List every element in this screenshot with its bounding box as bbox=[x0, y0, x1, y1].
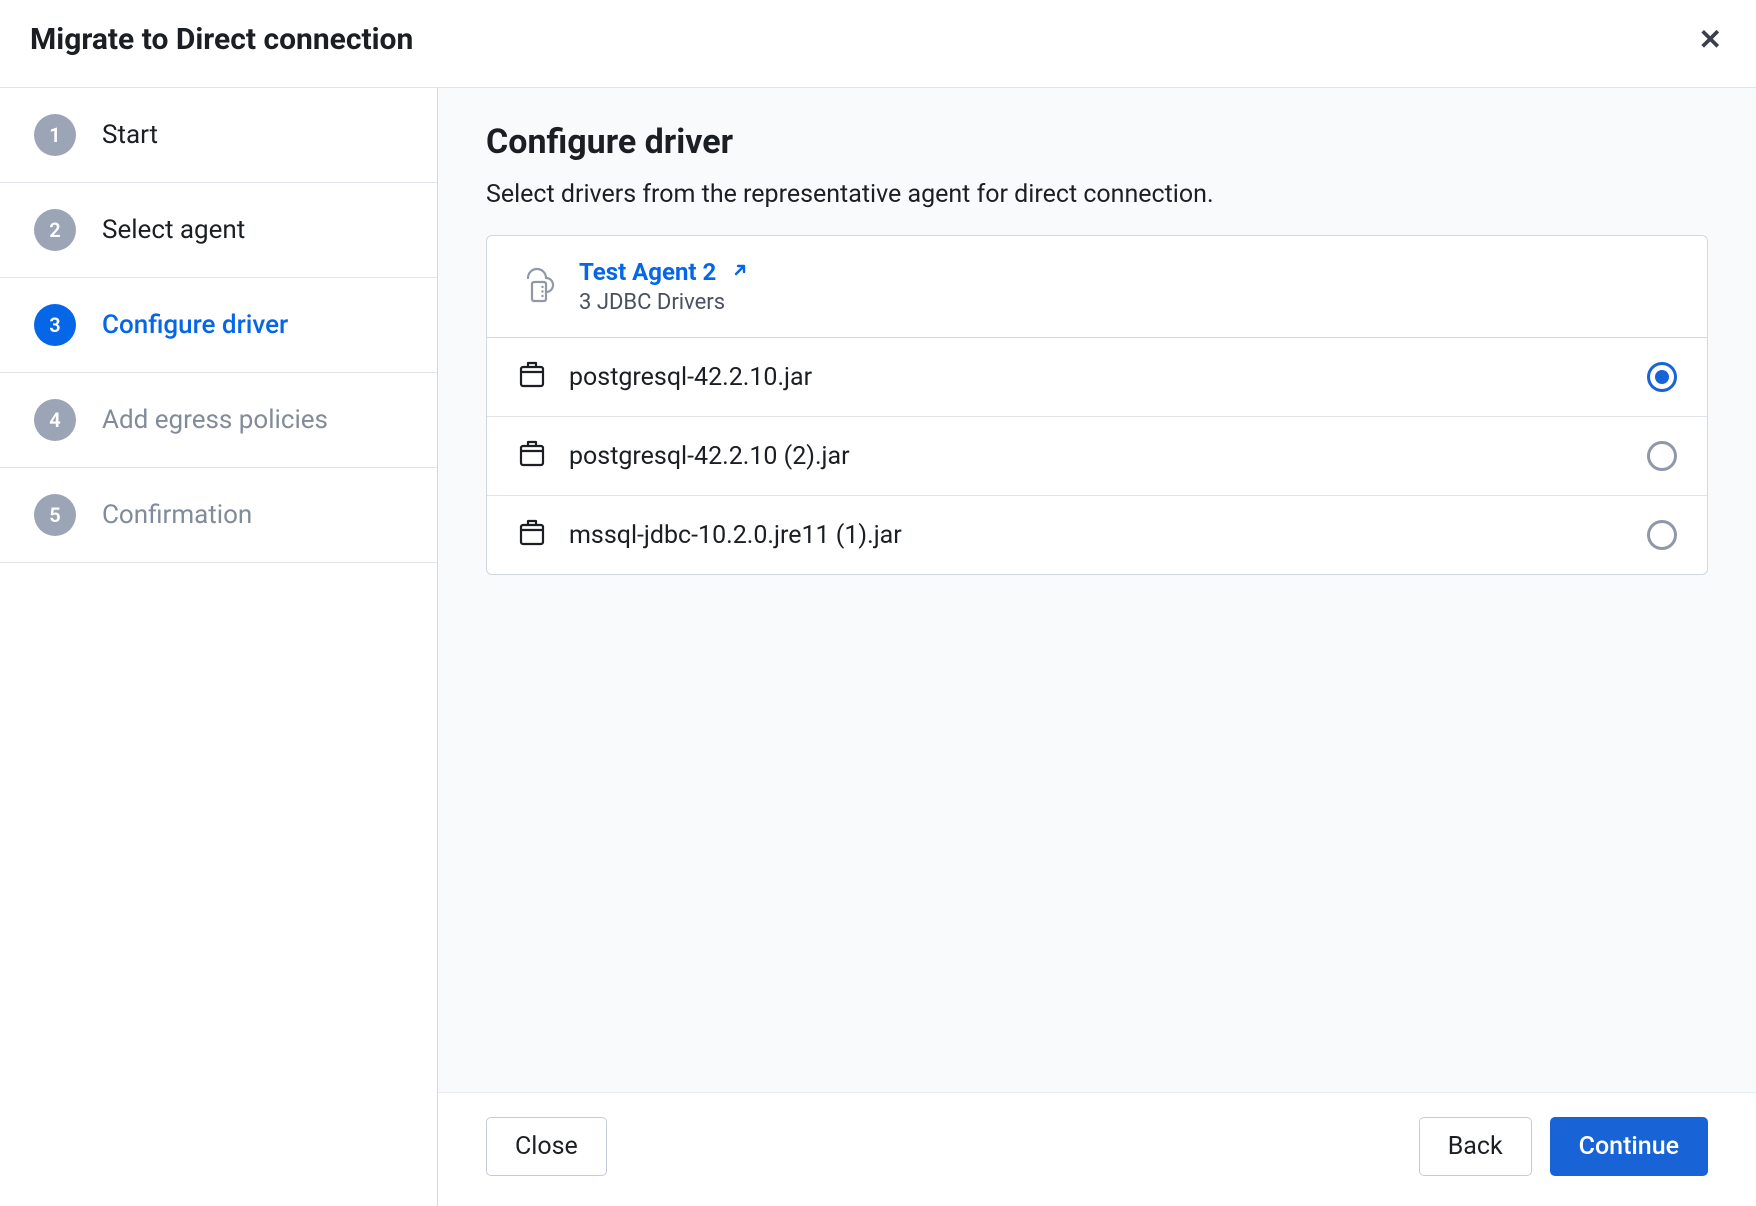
sidebar-step-confirmation[interactable]: 5 Confirmation bbox=[0, 468, 437, 563]
radio-unselected[interactable] bbox=[1647, 520, 1677, 550]
sidebar-step-start[interactable]: 1 Start bbox=[0, 88, 437, 183]
agent-text: Test Agent 2 3 JDBC Drivers bbox=[579, 258, 750, 315]
cloud-agent-icon bbox=[517, 265, 557, 309]
step-label: Select agent bbox=[102, 215, 245, 245]
back-button[interactable]: Back bbox=[1419, 1117, 1532, 1176]
sidebar-step-configure-driver[interactable]: 3 Configure driver bbox=[0, 278, 437, 373]
driver-name: postgresql-42.2.10 (2).jar bbox=[569, 442, 1625, 471]
step-label: Start bbox=[102, 120, 158, 150]
main-panel: Configure driver Select drivers from the… bbox=[438, 88, 1756, 1206]
dialog-footer: Close Back Continue bbox=[438, 1092, 1756, 1206]
external-link-icon bbox=[730, 260, 750, 284]
driver-row[interactable]: postgresql-42.2.10.jar bbox=[487, 338, 1707, 417]
dialog-header: Migrate to Direct connection ✕ bbox=[0, 0, 1756, 88]
footer-right: Back Continue bbox=[1419, 1117, 1708, 1176]
dialog-body: 1 Start 2 Select agent 3 Configure drive… bbox=[0, 88, 1756, 1206]
migrate-dialog: Migrate to Direct connection ✕ 1 Start 2… bbox=[0, 0, 1756, 1206]
step-number: 2 bbox=[34, 209, 76, 251]
wizard-sidebar: 1 Start 2 Select agent 3 Configure drive… bbox=[0, 88, 438, 1206]
sidebar-step-select-agent[interactable]: 2 Select agent bbox=[0, 183, 437, 278]
close-icon[interactable]: ✕ bbox=[1699, 26, 1722, 54]
step-label: Confirmation bbox=[102, 500, 252, 530]
continue-button[interactable]: Continue bbox=[1550, 1117, 1708, 1176]
step-number: 5 bbox=[34, 494, 76, 536]
driver-name: postgresql-42.2.10.jar bbox=[569, 363, 1625, 392]
radio-unselected[interactable] bbox=[1647, 441, 1677, 471]
package-icon bbox=[517, 439, 547, 473]
driver-row[interactable]: postgresql-42.2.10 (2).jar bbox=[487, 417, 1707, 496]
agent-name-row[interactable]: Test Agent 2 bbox=[579, 258, 750, 286]
step-number: 4 bbox=[34, 399, 76, 441]
page-title: Configure driver bbox=[486, 122, 1708, 162]
close-button[interactable]: Close bbox=[486, 1117, 607, 1176]
step-label: Add egress policies bbox=[102, 405, 328, 435]
step-label: Configure driver bbox=[102, 310, 288, 340]
step-number: 1 bbox=[34, 114, 76, 156]
page-subtitle: Select drivers from the representative a… bbox=[486, 180, 1708, 209]
content-area: Configure driver Select drivers from the… bbox=[438, 88, 1756, 1092]
sidebar-step-add-egress-policies[interactable]: 4 Add egress policies bbox=[0, 373, 437, 468]
agent-driver-count: 3 JDBC Drivers bbox=[579, 290, 750, 315]
dialog-title: Migrate to Direct connection bbox=[30, 22, 413, 57]
step-number: 3 bbox=[34, 304, 76, 346]
agent-name: Test Agent 2 bbox=[579, 258, 716, 286]
agent-header-row: Test Agent 2 3 JDBC Drivers bbox=[487, 236, 1707, 338]
package-icon bbox=[517, 360, 547, 394]
driver-name: mssql-jdbc-10.2.0.jre11 (1).jar bbox=[569, 521, 1625, 550]
radio-selected[interactable] bbox=[1647, 362, 1677, 392]
package-icon bbox=[517, 518, 547, 552]
driver-row[interactable]: mssql-jdbc-10.2.0.jre11 (1).jar bbox=[487, 496, 1707, 574]
driver-card: Test Agent 2 3 JDBC Drivers bbox=[486, 235, 1708, 575]
